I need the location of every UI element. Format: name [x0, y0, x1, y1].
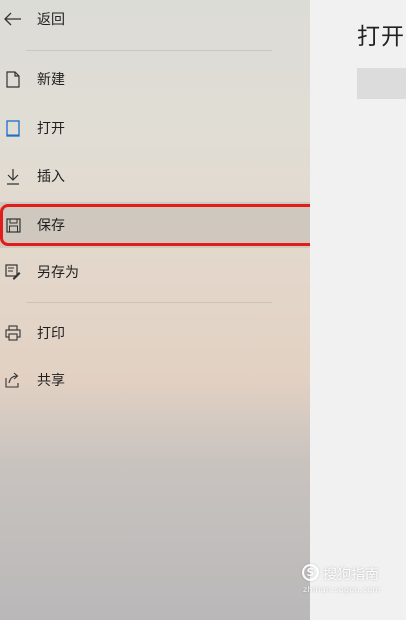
divider — [26, 302, 272, 303]
sidebar-item-share[interactable]: 共享 — [0, 357, 310, 403]
insert-down-arrow-icon — [4, 167, 22, 185]
sidebar-item-insert[interactable]: 插入 — [0, 153, 310, 199]
content-pane: 打开 — [310, 0, 406, 620]
recent-location-tile[interactable] — [357, 68, 406, 99]
back-label: 返回 — [37, 12, 65, 28]
sidebar-item-print[interactable]: 打印 — [0, 310, 310, 356]
back-button[interactable]: 返回 — [0, 0, 310, 42]
watermark-name: 搜狗指南 — [323, 567, 379, 583]
share-icon — [4, 371, 22, 389]
sidebar-item-label: 保存 — [37, 218, 65, 234]
sidebar-item-label: 共享 — [37, 373, 65, 389]
printer-icon — [4, 324, 22, 342]
sidebar-item-label: 新建 — [37, 72, 65, 88]
sidebar-item-save-as[interactable]: 另存为 — [0, 249, 310, 295]
save-as-icon — [4, 263, 22, 281]
sidebar-item-label: 打印 — [37, 326, 65, 342]
new-document-icon — [4, 70, 22, 88]
sidebar-item-label: 插入 — [37, 169, 65, 185]
sogou-logo-icon: S — [302, 564, 319, 581]
open-document-icon — [4, 119, 22, 137]
save-floppy-icon — [4, 216, 22, 234]
sidebar-item-label: 另存为 — [37, 265, 79, 281]
backstage-sidebar: 返回 新建 打开 插入 保存 另存为 打印 共享 — [0, 0, 318, 620]
sidebar-item-new[interactable]: 新建 — [0, 56, 310, 102]
sidebar-item-save[interactable]: 保存 — [0, 202, 310, 248]
watermark-url: zhinan.sogou.com — [303, 585, 381, 594]
sidebar-item-open[interactable]: 打开 — [0, 105, 310, 151]
page-title: 打开 — [357, 24, 405, 50]
sogou-watermark: S 搜狗指南 zhinan.sogou.com — [302, 564, 406, 594]
arrow-left-icon — [4, 10, 22, 28]
sidebar-item-label: 打开 — [37, 121, 65, 137]
divider — [26, 50, 272, 51]
